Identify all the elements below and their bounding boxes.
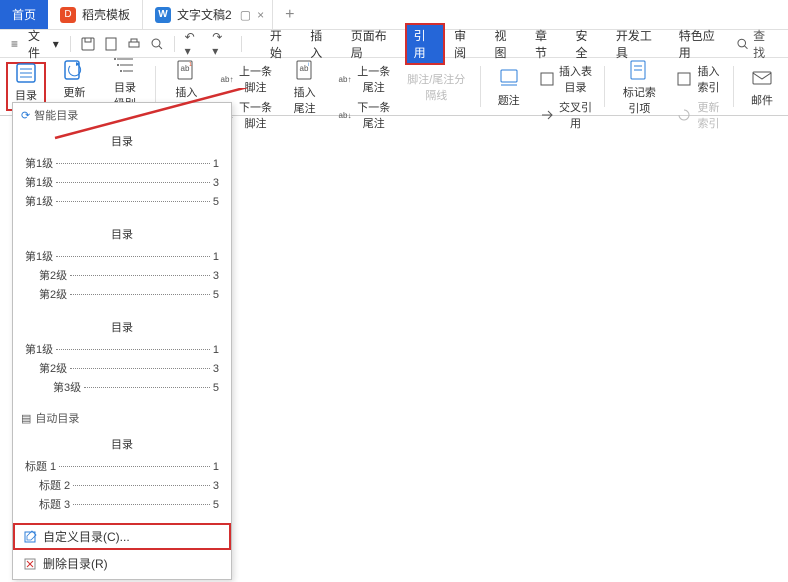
svg-text:ab↓: ab↓ bbox=[339, 111, 352, 120]
cross-ref-icon bbox=[539, 107, 555, 123]
menutab-chapter[interactable]: 章节 bbox=[526, 23, 566, 65]
mail-icon bbox=[750, 66, 774, 90]
prev-endnote-button[interactable]: ab↑ 上一条尾注 bbox=[333, 62, 395, 96]
tab-template[interactable]: D 稻壳模板 bbox=[48, 0, 142, 29]
menutab-security[interactable]: 安全 bbox=[566, 23, 606, 65]
prev-footnote-button[interactable]: ab↑ 上一条脚注 bbox=[215, 62, 277, 96]
custom-toc-icon bbox=[23, 530, 37, 544]
print-preview-icon[interactable] bbox=[147, 37, 167, 51]
separator bbox=[733, 66, 734, 107]
menutab-review[interactable]: 审阅 bbox=[445, 23, 485, 65]
mail-button[interactable]: 邮件 bbox=[742, 62, 782, 111]
mark-index-icon bbox=[627, 58, 651, 82]
search-icon bbox=[736, 37, 749, 51]
tab-close-icon[interactable]: × bbox=[257, 8, 264, 22]
save-icon[interactable] bbox=[78, 37, 98, 51]
mark-index-button[interactable]: 标记索引项 bbox=[613, 62, 666, 111]
separator bbox=[241, 36, 242, 52]
preview-icon[interactable] bbox=[101, 37, 121, 51]
svg-text:ab↑: ab↑ bbox=[220, 75, 233, 84]
template-icon: D bbox=[60, 7, 76, 23]
tab-home-label: 首页 bbox=[12, 6, 36, 23]
menutab-special[interactable]: 特色应用 bbox=[670, 23, 733, 65]
toc-preview-1[interactable]: 目录 第1级1 第1级3 第1级5 bbox=[13, 127, 231, 220]
caption-icon bbox=[497, 66, 521, 90]
smart-toc-icon: ⟳ bbox=[21, 109, 30, 122]
svg-text:i: i bbox=[308, 62, 309, 68]
next-endnote-icon: ab↓ bbox=[337, 107, 353, 123]
tab-popout-icon[interactable]: ▢ bbox=[240, 8, 251, 22]
print-icon[interactable] bbox=[124, 37, 144, 51]
update-index-icon bbox=[676, 107, 692, 123]
toc-preview-2[interactable]: 目录 第1级1 第2级3 第2级5 bbox=[13, 220, 231, 313]
footnote-endnote-sep-button[interactable]: 脚注/尾注分隔线 bbox=[401, 62, 472, 111]
insert-index-icon bbox=[676, 71, 692, 87]
insert-endnote-icon: abi bbox=[293, 58, 317, 82]
custom-toc-menuitem[interactable]: 自定义目录(C)... bbox=[13, 523, 231, 550]
insert-endnote-button[interactable]: abi 插入尾注 bbox=[282, 62, 327, 111]
separator bbox=[174, 36, 175, 52]
insert-fig-toc-button[interactable]: 插入表目录 bbox=[535, 62, 597, 96]
tab-home[interactable]: 首页 bbox=[0, 0, 48, 29]
smart-toc-header: ⟳ 智能目录 bbox=[13, 103, 231, 127]
menutab-view[interactable]: 视图 bbox=[486, 23, 526, 65]
update-index-button[interactable]: 更新索引 bbox=[672, 98, 725, 132]
undo-icon[interactable]: ↶ ▾ bbox=[182, 30, 207, 58]
toc-icon bbox=[14, 61, 38, 85]
search-button[interactable]: 查找 bbox=[736, 27, 788, 61]
insert-fig-toc-icon bbox=[539, 71, 555, 87]
menutab-reference[interactable]: 引用 bbox=[405, 23, 445, 65]
tab-document[interactable]: W 文字文稿2 ▢ × bbox=[142, 0, 273, 29]
caption-button[interactable]: 题注 bbox=[489, 62, 529, 111]
tab-document-label: 文字文稿2 bbox=[177, 6, 232, 23]
tab-template-label: 稻壳模板 bbox=[82, 6, 130, 23]
svg-text:ab↑: ab↑ bbox=[339, 75, 352, 84]
prev-endnote-icon: ab↑ bbox=[337, 71, 353, 87]
menutab-layout[interactable]: 页面布局 bbox=[342, 23, 405, 65]
update-toc-icon bbox=[62, 58, 86, 82]
next-endnote-button[interactable]: ab↓ 下一条尾注 bbox=[333, 98, 395, 132]
svg-text:1: 1 bbox=[189, 62, 192, 68]
separator bbox=[70, 36, 71, 52]
separator bbox=[155, 66, 156, 107]
separator bbox=[480, 66, 481, 107]
auto-toc-icon: ▤ bbox=[21, 412, 31, 425]
cross-ref-button[interactable]: 交叉引用 bbox=[535, 98, 597, 132]
delete-toc-menuitem[interactable]: 删除目录(R) bbox=[13, 550, 231, 577]
redo-icon[interactable]: ↷ ▾ bbox=[209, 30, 234, 58]
doc-icon: W bbox=[155, 7, 171, 23]
toc-preview-3[interactable]: 目录 第1级1 第2级3 第3级5 bbox=[13, 313, 231, 406]
toc-level-icon bbox=[113, 53, 137, 77]
toc-preview-4[interactable]: 目录 标题 11 标题 23 标题 35 bbox=[13, 430, 231, 523]
file-menu[interactable]: 文件▾ bbox=[24, 27, 63, 61]
insert-footnote-icon: ab1 bbox=[174, 58, 198, 82]
hamburger-icon[interactable]: ≡ bbox=[8, 37, 21, 51]
auto-toc-header: ▤ 自动目录 bbox=[13, 406, 231, 430]
prev-footnote-icon: ab↑ bbox=[219, 71, 235, 87]
insert-index-button[interactable]: 插入索引 bbox=[672, 62, 725, 96]
delete-toc-icon bbox=[23, 557, 37, 571]
toc-dropdown-panel: ⟳ 智能目录 目录 第1级1 第1级3 第1级5 目录 第1级1 第2级3 第2… bbox=[12, 102, 232, 580]
separator bbox=[604, 66, 605, 107]
